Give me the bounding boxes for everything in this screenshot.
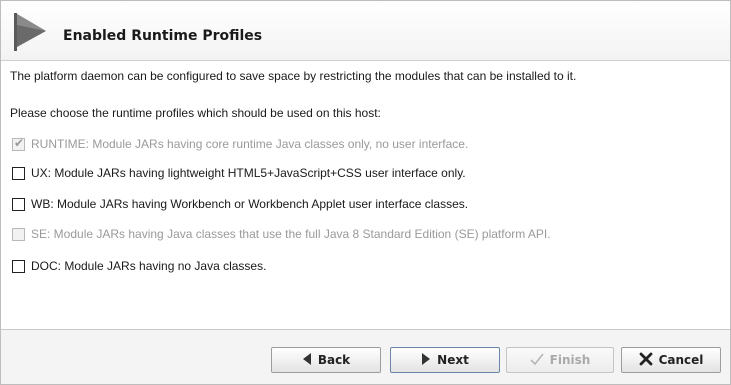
checkbox-runtime: ✔ RUNTIME: Module JARs having core runti… — [12, 136, 468, 152]
checkbox-ux-label[interactable]: UX: Module JARs having lightweight HTML5… — [31, 166, 466, 180]
checkbox-ux[interactable]: UX: Module JARs having lightweight HTML5… — [12, 165, 466, 181]
next-button-label: Next — [437, 353, 469, 367]
checkbox-wb-label[interactable]: WB: Module JARs having Workbench or Work… — [31, 197, 468, 211]
finish-button-label: Finish — [549, 353, 591, 367]
checkbox-se-box — [12, 227, 25, 241]
wizard-dialog: Enabled Runtime Profiles The platform da… — [0, 0, 731, 385]
checkbox-doc[interactable]: DOC: Module JARs having no Java classes. — [12, 258, 266, 274]
back-button-label: Back — [317, 353, 351, 367]
checkbox-wb[interactable]: WB: Module JARs having Workbench or Work… — [12, 196, 468, 212]
back-arrow-icon — [302, 352, 312, 368]
finish-button: Finish — [506, 347, 614, 373]
dialog-header: Enabled Runtime Profiles — [1, 1, 730, 61]
checkbox-ux-box[interactable] — [12, 166, 25, 180]
checkbox-runtime-label: RUNTIME: Module JARs having core runtime… — [31, 137, 469, 151]
check-icon: ✔ — [14, 135, 25, 150]
back-button[interactable]: Back — [271, 347, 381, 373]
close-icon — [639, 352, 653, 369]
next-arrow-icon — [421, 352, 431, 368]
prompt-text: Please choose the runtime profiles which… — [10, 106, 381, 120]
next-button[interactable]: Next — [390, 347, 500, 373]
checkbox-se-label: SE: Module JARs having Java classes that… — [31, 227, 551, 241]
cancel-button-label: Cancel — [658, 353, 704, 367]
checkbox-wb-box[interactable] — [12, 197, 25, 211]
dialog-footer: Back Next Finish Cancel — [1, 329, 730, 384]
checkbox-doc-box[interactable] — [12, 259, 25, 273]
cancel-button[interactable]: Cancel — [621, 347, 721, 373]
dialog-content: The platform daemon can be configured to… — [1, 62, 730, 328]
description-text: The platform daemon can be configured to… — [10, 69, 577, 83]
checkbox-doc-label[interactable]: DOC: Module JARs having no Java classes. — [31, 259, 266, 273]
flag-icon — [13, 13, 47, 51]
page-title: Enabled Runtime Profiles — [63, 28, 263, 44]
checkbox-se: SE: Module JARs having Java classes that… — [12, 226, 551, 242]
checkmark-icon — [530, 353, 544, 368]
checkbox-runtime-box: ✔ — [12, 135, 25, 151]
